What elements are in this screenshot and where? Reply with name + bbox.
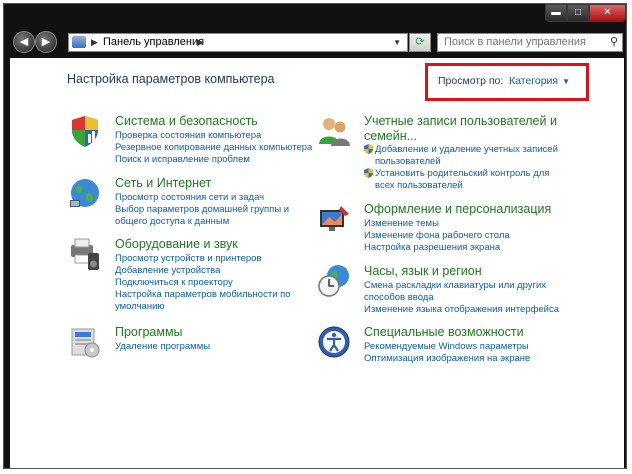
accessibility-icon: [318, 326, 350, 358]
category-link[interactable]: Проверка состояния компьютера: [115, 130, 312, 142]
back-button[interactable]: ◀: [13, 31, 35, 53]
chevron-down-icon[interactable]: ▼: [393, 34, 401, 51]
category-link-item[interactable]: Установить родительский контроль для все…: [364, 168, 558, 192]
chevron-right-icon[interactable]: ▶: [91, 34, 98, 51]
category-link[interactable]: Изменение фона рабочего стола: [364, 230, 510, 242]
uac-shield-icon: [364, 144, 373, 154]
window-frame: ▬ □ ✕ ◀ ▶ ▶ Панель управления ▶ ▼ ⟳ ⚲ На…: [3, 3, 627, 469]
category-link[interactable]: Настройка параметров мобильности по: [115, 289, 291, 301]
category-link[interactable]: Просмотр устройств и принтеров: [115, 253, 291, 265]
search-box[interactable]: ⚲: [437, 33, 623, 52]
uac-shield-icon: [364, 168, 373, 178]
personalization-icon: [320, 206, 349, 231]
shield-chart-icon: [72, 116, 98, 147]
category-link[interactable]: Поиск и исправление проблем: [115, 154, 312, 166]
category-link[interactable]: Настройка разрешения экрана: [364, 242, 510, 254]
category-link[interactable]: пользователей: [375, 156, 558, 168]
category-link[interactable]: Просмотр состояния сети и задач: [115, 192, 289, 204]
address-bar[interactable]: ▶ Панель управления ▶ ▼: [68, 33, 408, 52]
category-link[interactable]: всех пользователей: [375, 180, 549, 192]
view-by-dropdown[interactable]: Категория ▼: [509, 75, 570, 87]
category-title[interactable]: Сеть и Интернет: [115, 176, 211, 190]
category-link[interactable]: способов ввода: [364, 292, 559, 304]
view-by-label: Просмотр по:: [438, 75, 504, 87]
category-link[interactable]: Рекомендуемые Windows параметры: [364, 341, 530, 353]
category-link[interactable]: Добавление и удаление учетных записей: [375, 144, 558, 156]
search-icon[interactable]: ⚲: [610, 34, 618, 51]
category-link[interactable]: Резервное копирование данных компьютера: [115, 142, 312, 154]
main-content: Настройка параметров компьютера Просмотр…: [10, 58, 624, 468]
printer-speaker-icon: [71, 238, 99, 270]
category-title[interactable]: Система и безопасность: [115, 114, 258, 128]
close-button[interactable]: ✕: [589, 4, 626, 22]
chevron-right-icon[interactable]: ▶: [197, 34, 204, 51]
category-link[interactable]: Смена раскладки клавиатуры или других: [364, 280, 559, 292]
maximize-button[interactable]: □: [567, 4, 589, 22]
category-link[interactable]: умолчанию: [115, 301, 291, 313]
category-link[interactable]: Выбор параметров домашней группы и: [115, 204, 289, 216]
control-panel-folder-icon: [72, 36, 86, 48]
category-title[interactable]: Оборудование и звук: [115, 237, 238, 251]
category-link[interactable]: Изменение языка отображения интерфейса: [364, 304, 559, 316]
category-link[interactable]: Изменение темы: [364, 218, 510, 230]
clock-globe-icon: [318, 265, 349, 297]
category-link[interactable]: Установить родительский контроль для: [375, 168, 549, 180]
breadcrumb[interactable]: Панель управления: [103, 34, 204, 51]
programs-icon: [71, 328, 100, 358]
view-by-highlight: Просмотр по: Категория ▼: [425, 63, 589, 101]
category-title[interactable]: Оформление и персонализация: [364, 202, 551, 216]
category-title[interactable]: Учетные записи пользователей и: [364, 114, 557, 128]
page-title: Настройка параметров компьютера: [67, 72, 275, 86]
minimize-button[interactable]: ▬: [545, 4, 567, 22]
globe-network-icon: [70, 179, 99, 207]
category-title[interactable]: семейн...: [364, 129, 417, 143]
users-icon: [319, 118, 350, 146]
category-link-item[interactable]: Добавление и удаление учетных записей по…: [364, 144, 558, 168]
category-link[interactable]: Подключиться к проектору: [115, 277, 291, 289]
category-link[interactable]: Удаление программы: [115, 341, 210, 353]
category-link[interactable]: Добавление устройства: [115, 265, 291, 277]
category-title[interactable]: Программы: [115, 325, 183, 339]
category-title[interactable]: Специальные возможности: [364, 325, 524, 339]
search-input[interactable]: [444, 36, 594, 48]
chevron-down-icon: ▼: [562, 77, 571, 86]
category-link[interactable]: общего доступа к данным: [115, 216, 289, 228]
forward-button[interactable]: ▶: [35, 31, 57, 53]
refresh-button[interactable]: ⟳: [409, 33, 431, 52]
category-title[interactable]: Часы, язык и регион: [364, 264, 482, 278]
category-link[interactable]: Оптимизация изображения на экране: [364, 353, 530, 365]
